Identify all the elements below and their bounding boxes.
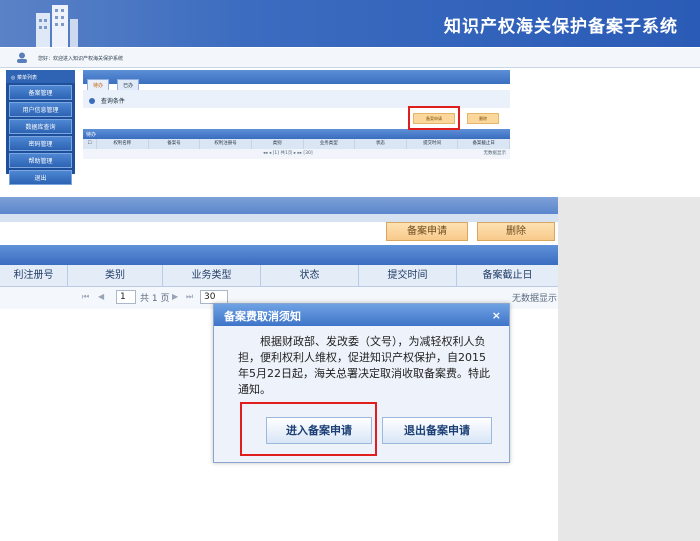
welcome-text: 您好：欢迎进入知识产权海关保护系统	[38, 56, 124, 62]
zoomed-screenshot: 备案申请 删除 利注册号 类别 业务类型 状态 提交时间 备案截止日 ⏮ ◀ 1…	[0, 197, 700, 541]
col-deadline: 备案截止日	[482, 270, 533, 281]
sidebar-item-password[interactable]: 密码管理	[9, 136, 72, 151]
query-label: 查询条件	[100, 98, 125, 105]
zoomed-sub-strip	[0, 214, 558, 222]
action-row: 备案申请 删除	[83, 106, 510, 130]
building-logo-icon	[36, 5, 78, 47]
pager-empty: 无数据显示	[483, 151, 507, 156]
list-column-headers: ☐ 权利名称 备案号 权利注册号 类别 业务类型 状态 提交时间 备案截止日	[83, 139, 510, 149]
pager-total: 共1页	[280, 151, 293, 156]
zoomed-top-strip	[0, 197, 558, 214]
apply-button-small[interactable]: 备案申请	[413, 113, 455, 124]
sidebar-item-filing[interactable]: 备案管理	[9, 85, 72, 100]
list-pager: ◂◂ ◂ [1] 共1页 ▸ ▸▸ [30] 无数据显示	[83, 149, 510, 159]
zoomed-page: 备案申请 删除 利注册号 类别 业务类型 状态 提交时间 备案截止日 ⏮ ◀ 1…	[0, 197, 558, 541]
last-page-icon[interactable]: ⏭	[186, 292, 193, 302]
sidebar-item-user-info[interactable]: 用户信息管理	[9, 102, 72, 117]
user-bar: 您好：欢迎进入知识产权海关保护系统	[0, 48, 700, 68]
col-right-name: 权利名称	[97, 139, 149, 149]
col-reg-no: 权利注册号	[200, 139, 252, 149]
dialog-title: 备案费取消须知 ×	[214, 304, 509, 326]
delete-button-small[interactable]: 删除	[467, 113, 499, 124]
highlight-box	[240, 402, 377, 456]
first-page-icon[interactable]: ⏮	[82, 292, 89, 302]
no-data-text: 无数据显示	[512, 294, 558, 304]
dialog-title-text: 备案费取消须知	[224, 310, 301, 323]
list-title: 待办	[83, 129, 510, 139]
apply-button[interactable]: 备案申请	[386, 222, 468, 241]
select-all-checkbox[interactable]: ☐	[83, 139, 97, 149]
exit-filing-button[interactable]: 退出备案申请	[382, 417, 492, 444]
user-icon	[17, 52, 27, 63]
col-status: 状态	[355, 139, 407, 149]
col-status: 状态	[261, 265, 359, 287]
zoomed-list-bar	[0, 245, 558, 265]
pager-size: 30	[305, 151, 311, 156]
system-title: 知识产权海关保护备案子系统	[444, 17, 678, 37]
col-filing-no: 备案号	[149, 139, 201, 149]
expand-icon	[89, 98, 95, 104]
sidebar-item-help[interactable]: 帮助管理	[9, 153, 72, 168]
col-category: 类别	[68, 265, 163, 287]
delete-button[interactable]: 删除	[477, 222, 555, 241]
col-submit-time: 提交时间	[407, 139, 459, 149]
page-number-input[interactable]: 1	[116, 290, 136, 304]
sidebar-item-logout[interactable]: 退出	[9, 170, 72, 185]
main-content: 待办 已办 查询条件 备案申请 删除 待办 ☐ 权利名称 备案号 权利注册号 类…	[83, 70, 510, 159]
col-reg-no: 利注册号	[0, 265, 68, 287]
tab-bar: 待办 已办	[83, 70, 510, 91]
prev-page-icon[interactable]: ◀	[98, 292, 104, 301]
col-category: 类别	[252, 139, 304, 149]
col-business-type: 业务类型	[163, 265, 261, 287]
next-page-icon[interactable]: ▶	[172, 292, 178, 301]
col-deadline: 备案截止日	[458, 139, 510, 149]
overview-screenshot: 知识产权海关保护备案子系统 您好：欢迎进入知识产权海关保护系统 ◎ 菜单列表 备…	[0, 0, 700, 190]
close-icon[interactable]: ×	[492, 309, 501, 322]
zoomed-column-headers: 利注册号 类别 业务类型 状态 提交时间 备案截止日	[0, 265, 558, 287]
header-banner: 知识产权海关保护备案子系统	[0, 0, 700, 47]
sidebar-item-query[interactable]: 数据库查询	[9, 119, 72, 134]
sidebar: ◎ 菜单列表 备案管理 用户信息管理 数据库查询 密码管理 帮助管理 退出	[6, 70, 75, 185]
sidebar-heading: ◎ 菜单列表	[6, 70, 75, 83]
pager-controls[interactable]: ◂◂ ◂ [1] 共1页 ▸ ▸▸ [30]	[263, 149, 313, 159]
page-size-select[interactable]: 30	[200, 290, 228, 304]
col-business-type: 业务类型	[304, 139, 356, 149]
pager-page: 1	[274, 151, 278, 156]
col-submit-time: 提交时间	[359, 265, 457, 287]
dialog-message: 根据财政部、发改委（文号），为减轻权利人负担，便利权利人维权，促进知识产权保护，…	[238, 335, 490, 396]
page-total: 共 1 页	[140, 294, 170, 304]
